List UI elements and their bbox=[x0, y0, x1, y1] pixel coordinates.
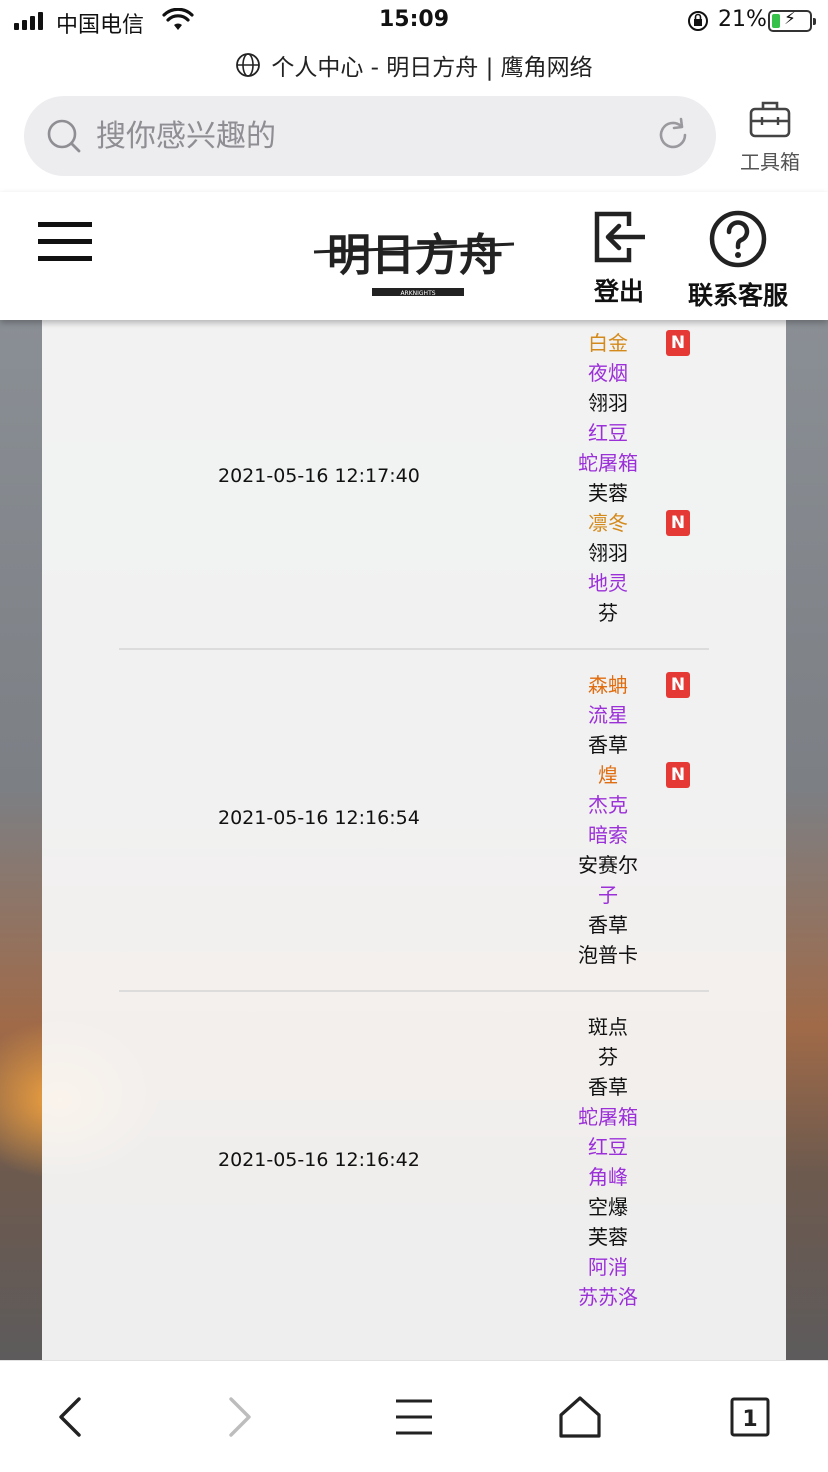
content-area[interactable]: 2021-05-16 12:17:40 白金 N 夜烟 翎羽 红豆 蛇屠箱 芙蓉 凛冬 N 翎羽 地灵… bbox=[0, 320, 828, 1360]
operator-name: 蛇屠箱 bbox=[578, 451, 638, 475]
address-bar[interactable]: 个人中心 - 明日方舟 | 鹰角网络 bbox=[0, 46, 828, 84]
tab-count: 1 bbox=[742, 1407, 757, 1432]
operator-name: 杰克 bbox=[588, 793, 628, 817]
rotation-lock-icon bbox=[688, 11, 708, 31]
operator-name: 芬 bbox=[598, 601, 618, 625]
arknights-logo[interactable]: 明日方舟 ARKNIGHTS bbox=[312, 206, 518, 308]
record-time: 2021-05-16 12:17:40 bbox=[218, 465, 420, 487]
logout-button[interactable]: 登出 bbox=[588, 210, 650, 308]
operator-name: 地灵 bbox=[588, 571, 628, 595]
search-box[interactable] bbox=[24, 96, 716, 176]
forward-icon bbox=[229, 1397, 251, 1437]
operator-name: 角峰 bbox=[588, 1165, 628, 1189]
tabs-button[interactable]: 1 bbox=[720, 1389, 780, 1445]
operator-name: 暗索 bbox=[588, 823, 628, 847]
logo-text: 明日方舟 bbox=[327, 230, 503, 281]
toolbox-button[interactable]: 工具箱 bbox=[730, 96, 810, 180]
operator-name: 森蚺 bbox=[588, 673, 628, 697]
operator-name: 翎羽 bbox=[588, 391, 628, 415]
site-header: 明日方舟 ARKNIGHTS 登出 联系客服 bbox=[0, 192, 828, 320]
operator-name: 流星 bbox=[588, 703, 628, 727]
operator-name: 子 bbox=[598, 883, 618, 907]
operator-name: 香草 bbox=[588, 733, 628, 757]
record-time: 2021-05-16 12:16:54 bbox=[218, 807, 420, 829]
new-badge: N bbox=[666, 672, 690, 698]
globe-icon bbox=[236, 53, 261, 77]
operator-name: 苏苏洛 bbox=[578, 1285, 638, 1309]
home-icon bbox=[559, 1396, 601, 1438]
operator-name: 煌 bbox=[598, 763, 618, 787]
record-time: 2021-05-16 12:16:42 bbox=[218, 1149, 420, 1171]
operator-name: 阿消 bbox=[588, 1255, 628, 1279]
tabs-icon: 1 bbox=[730, 1397, 770, 1437]
operator-name: 红豆 bbox=[588, 421, 628, 445]
operator-name: 夜烟 bbox=[588, 361, 628, 385]
gacha-history-panel: 2021-05-16 12:17:40 白金 N 夜烟 翎羽 红豆 蛇屠箱 芙蓉 凛冬 N 翎羽 地灵… bbox=[42, 320, 786, 1360]
back-button[interactable] bbox=[40, 1389, 100, 1445]
toolbox-icon bbox=[749, 101, 791, 138]
battery-percent: 21% bbox=[718, 7, 767, 32]
customer-service-label: 联系客服 bbox=[687, 281, 788, 310]
operator-name: 空爆 bbox=[588, 1195, 628, 1219]
menu-tabs-button[interactable] bbox=[384, 1389, 444, 1445]
menu-button[interactable] bbox=[38, 222, 92, 262]
customer-service-button[interactable]: 联系客服 bbox=[686, 210, 790, 312]
operator-name: 芙蓉 bbox=[588, 1225, 628, 1249]
record-divider bbox=[119, 648, 709, 650]
operator-name: 翎羽 bbox=[588, 541, 628, 565]
operator-name: 蛇屠箱 bbox=[578, 1105, 638, 1129]
new-badge: N bbox=[666, 510, 690, 536]
operator-name: 斑点 bbox=[588, 1015, 628, 1039]
search-icon bbox=[47, 119, 81, 153]
operator-name: 红豆 bbox=[588, 1135, 628, 1159]
new-badge: N bbox=[666, 330, 690, 356]
search-input[interactable] bbox=[96, 112, 616, 160]
operator-name: 凛冬 bbox=[588, 511, 628, 535]
logout-icon bbox=[594, 211, 645, 263]
page-title: 个人中心 - 明日方舟 | 鹰角网络 bbox=[271, 55, 593, 81]
battery-icon: ⚡ bbox=[768, 9, 816, 32]
operator-name: 白金 bbox=[588, 331, 628, 355]
status-bar: 中国电信 15:09 21% ⚡ bbox=[0, 0, 828, 44]
help-icon bbox=[709, 210, 767, 268]
browser-toolbar: 1 bbox=[0, 1360, 828, 1472]
operator-name: 香草 bbox=[588, 913, 628, 937]
new-badge: N bbox=[666, 762, 690, 788]
operator-name: 芙蓉 bbox=[588, 481, 628, 505]
home-button[interactable] bbox=[550, 1389, 610, 1445]
logo-subtext: ARKNIGHTS bbox=[400, 290, 435, 297]
reload-icon[interactable] bbox=[654, 116, 692, 154]
hamburger-icon bbox=[396, 1399, 432, 1435]
record-divider bbox=[119, 990, 709, 992]
back-icon bbox=[59, 1397, 81, 1437]
logout-label: 登出 bbox=[593, 277, 644, 306]
operator-name: 安赛尔 bbox=[578, 853, 638, 877]
operator-name: 芬 bbox=[598, 1045, 618, 1069]
operator-name: 泡普卡 bbox=[578, 943, 638, 967]
forward-button[interactable] bbox=[210, 1389, 270, 1445]
operator-name: 香草 bbox=[588, 1075, 628, 1099]
toolbox-label: 工具箱 bbox=[740, 150, 800, 174]
